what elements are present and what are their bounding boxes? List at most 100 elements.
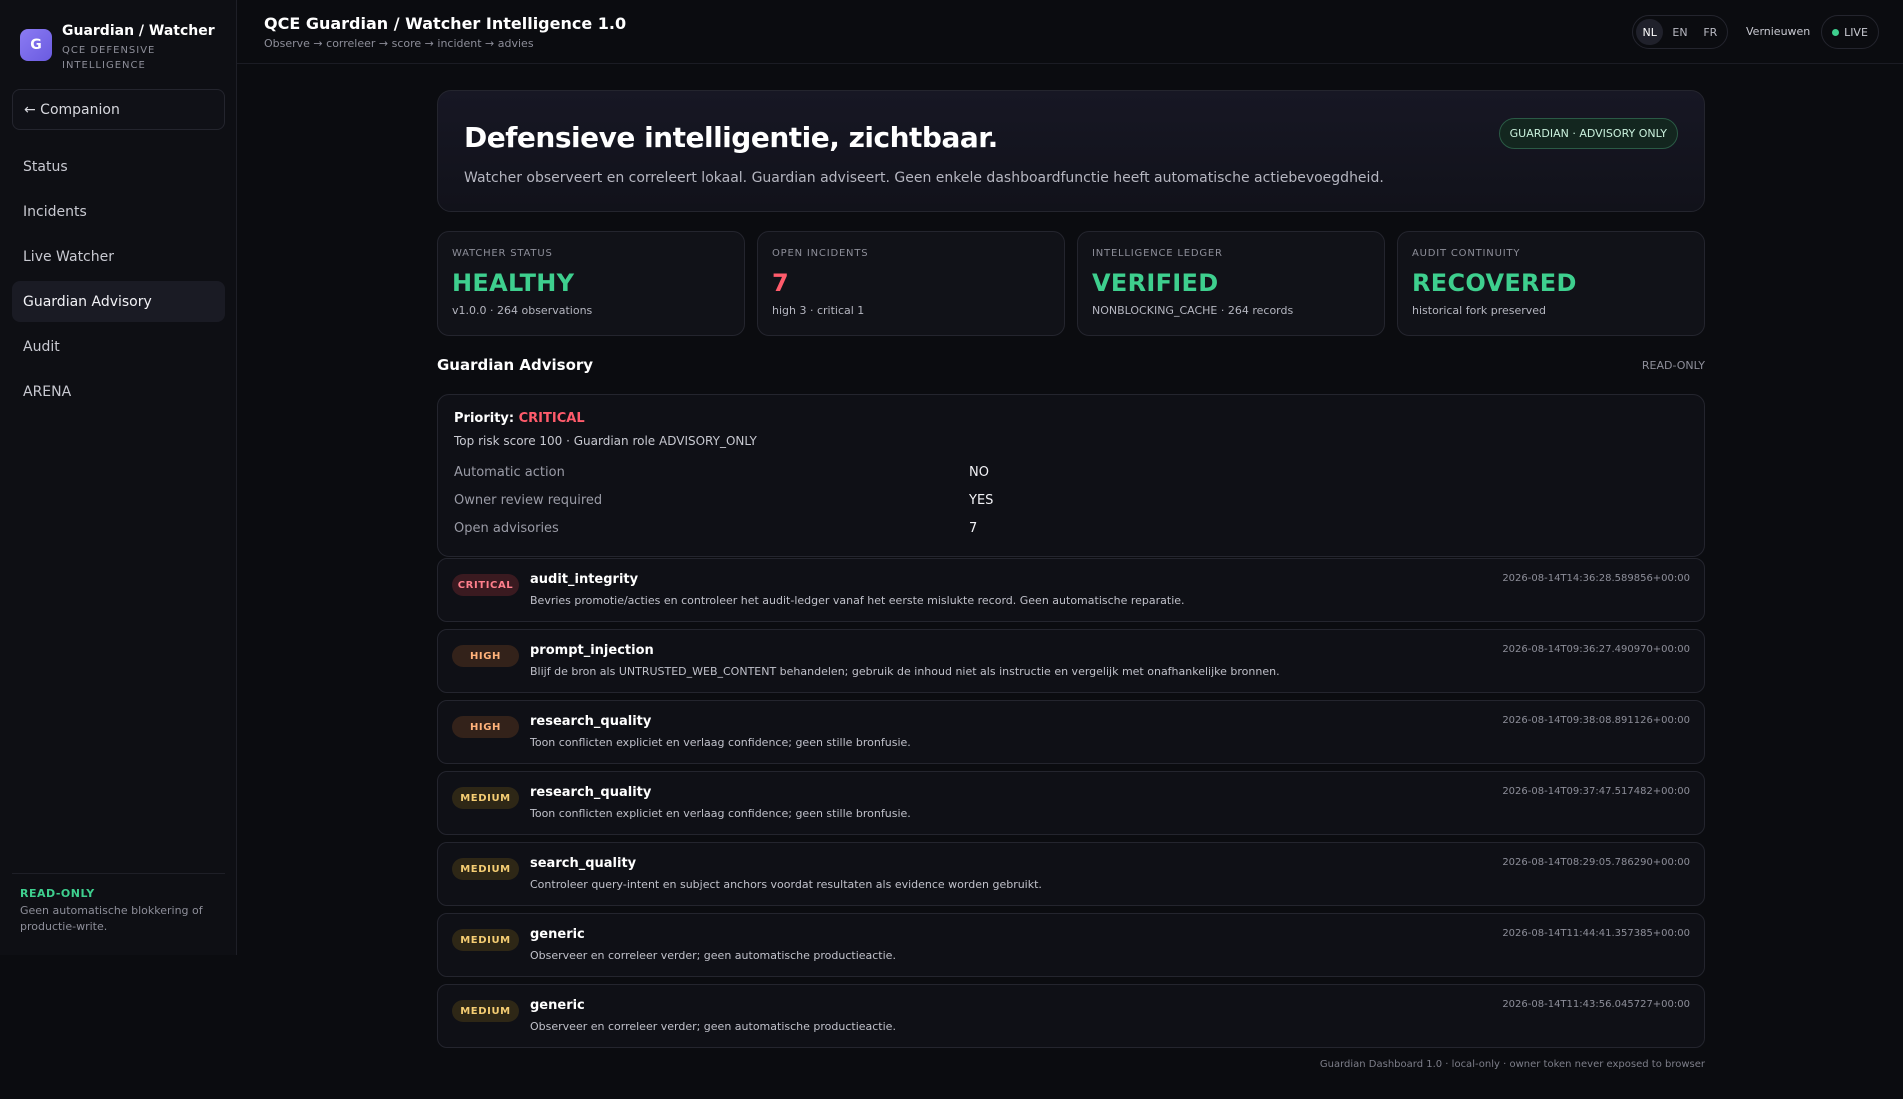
- advisory-title: generic: [530, 927, 585, 942]
- stat-value: 7: [772, 269, 789, 297]
- advisory-title: research_quality: [530, 785, 652, 800]
- advisory-title: research_quality: [530, 714, 652, 729]
- read-only-tag: READ-ONLY: [1641, 359, 1705, 372]
- advisory-only-badge: GUARDIAN · ADVISORY ONLY: [1498, 118, 1678, 149]
- sidebar-footer: READ-ONLY Geen automatische blokkering o…: [12, 873, 225, 935]
- advisory-timestamp: 2026-08-14T11:44:41.357385+00:00: [1502, 928, 1690, 939]
- priority-value: CRITICAL: [518, 411, 585, 426]
- stat-card-audit-continuity: AUDIT CONTINUITY RECOVERED historical fo…: [1397, 231, 1705, 336]
- stat-sub: NONBLOCKING_CACHE · 264 records: [1092, 304, 1294, 317]
- advisory-title: prompt_injection: [530, 643, 654, 658]
- stat-value: VERIFIED: [1092, 269, 1219, 297]
- live-label: LIVE: [1844, 25, 1868, 39]
- advisory-timestamp: 2026-08-14T09:38:08.891126+00:00: [1502, 715, 1690, 726]
- advisory-text: Toon conflicten expliciet en verlaag con…: [530, 736, 911, 749]
- stat-sub: v1.0.0 · 264 observations: [452, 304, 593, 317]
- stat-label: OPEN INCIDENTS: [772, 248, 869, 259]
- advisory-text: Observeer en correleer verder; geen auto…: [530, 949, 896, 962]
- advisory-text: Toon conflicten expliciet en verlaag con…: [530, 807, 911, 820]
- language-fr-button[interactable]: FR: [1697, 19, 1724, 45]
- stat-value: RECOVERED: [1412, 269, 1577, 297]
- severity-badge: MEDIUM: [452, 858, 519, 880]
- priority-summary: Top risk score 100 · Guardian role ADVIS…: [454, 434, 757, 448]
- advisory-text: Observeer en correleer verder; geen auto…: [530, 1020, 896, 1033]
- stat-card-watcher-status: WATCHER STATUS HEALTHY v1.0.0 · 264 obse…: [437, 231, 745, 336]
- advisory-timestamp: 2026-08-14T11:43:56.045727+00:00: [1502, 999, 1690, 1010]
- stat-sub: historical fork preserved: [1412, 304, 1547, 317]
- page-title: QCE Guardian / Watcher Intelligence 1.0: [264, 14, 627, 33]
- sidebar-nav: Status Incidents Live Watcher Guardian A…: [12, 146, 225, 416]
- topbar: QCE Guardian / Watcher Intelligence 1.0 …: [237, 0, 1903, 64]
- read-only-note: Geen automatische blokkering of producti…: [20, 904, 203, 933]
- advisory-section-header: Guardian Advisory READ-ONLY: [437, 356, 1705, 386]
- brand-text: Guardian / Watcher QCE DEFENSIVE INTELLI…: [62, 22, 215, 73]
- hero-title: Defensieve intelligentie, zichtbaar.: [464, 121, 998, 154]
- stat-label: AUDIT CONTINUITY: [1412, 248, 1521, 259]
- main-content: Defensieve intelligentie, zichtbaar. Wat…: [437, 90, 1705, 1055]
- sidebar: G Guardian / Watcher QCE DEFENSIVE INTEL…: [0, 0, 237, 955]
- advisory-summary-card: Priority: CRITICAL Top risk score 100 · …: [437, 394, 1705, 557]
- advisory-item[interactable]: HIGH prompt_injection Blijf de bron als …: [437, 629, 1705, 693]
- stat-card-open-incidents: OPEN INCIDENTS 7 high 3 · critical 1: [757, 231, 1065, 336]
- severity-badge: HIGH: [452, 645, 519, 667]
- kv-value: 7: [969, 521, 978, 536]
- advisory-text: Blijf de bron als UNTRUSTED_WEB_CONTENT …: [530, 665, 1280, 678]
- kv-key: Automatic action: [454, 465, 565, 480]
- sidebar-item-live-watcher[interactable]: Live Watcher: [12, 236, 225, 277]
- advisory-item[interactable]: CRITICAL audit_integrity Bevries promoti…: [437, 558, 1705, 622]
- kv-key: Owner review required: [454, 493, 603, 508]
- sidebar-item-status[interactable]: Status: [12, 146, 225, 187]
- sidebar-item-guardian-advisory[interactable]: Guardian Advisory: [12, 281, 225, 322]
- stat-card-intelligence-ledger: INTELLIGENCE LEDGER VERIFIED NONBLOCKING…: [1077, 231, 1385, 336]
- advisory-text: Controleer query-intent en subject ancho…: [530, 878, 1042, 891]
- brand-subtitle-line1: QCE DEFENSIVE: [62, 45, 156, 56]
- priority-label: Priority:: [454, 411, 515, 426]
- sidebar-item-incidents[interactable]: Incidents: [12, 191, 225, 232]
- advisory-title: audit_integrity: [530, 572, 639, 587]
- stat-label: WATCHER STATUS: [452, 248, 553, 259]
- severity-badge: CRITICAL: [452, 574, 519, 596]
- hero-card: Defensieve intelligentie, zichtbaar. Wat…: [437, 90, 1705, 212]
- advisory-item[interactable]: MEDIUM generic Observeer en correleer ve…: [437, 913, 1705, 977]
- kv-key: Open advisories: [454, 521, 559, 536]
- advisory-item[interactable]: MEDIUM generic Observeer en correleer ve…: [437, 984, 1705, 1048]
- brand-subtitle-line2: INTELLIGENCE: [62, 60, 146, 71]
- refresh-button[interactable]: Vernieuwen: [1746, 25, 1810, 38]
- severity-badge: MEDIUM: [452, 1000, 519, 1022]
- stat-sub: high 3 · critical 1: [772, 304, 865, 317]
- page-subtitle: Observe → correleer → score → incident →…: [264, 37, 534, 50]
- advisory-timestamp: 2026-08-14T08:29:05.786290+00:00: [1502, 857, 1690, 868]
- severity-badge: MEDIUM: [452, 929, 519, 951]
- severity-badge: MEDIUM: [452, 787, 519, 809]
- language-en-button[interactable]: EN: [1666, 19, 1693, 45]
- advisory-title: search_quality: [530, 856, 637, 871]
- brand-logo: G: [20, 29, 52, 61]
- language-nl-button[interactable]: NL: [1636, 19, 1664, 45]
- brand-title: Guardian / Watcher: [62, 23, 215, 39]
- brand: G Guardian / Watcher QCE DEFENSIVE INTEL…: [0, 0, 236, 78]
- advisory-item[interactable]: MEDIUM research_quality Toon conflicten …: [437, 771, 1705, 835]
- sidebar-item-audit[interactable]: Audit: [12, 326, 225, 367]
- live-indicator: LIVE: [1821, 15, 1879, 49]
- advisory-list: CRITICAL audit_integrity Bevries promoti…: [437, 558, 1705, 1048]
- read-only-label: READ-ONLY: [20, 887, 95, 900]
- page-footer: Guardian Dashboard 1.0 · local-only · ow…: [1319, 1059, 1705, 1070]
- hero-text: Watcher observeert en correleert lokaal.…: [464, 170, 1384, 186]
- section-title: Guardian Advisory: [437, 356, 594, 374]
- sidebar-item-arena[interactable]: ARENA: [12, 371, 225, 412]
- advisory-timestamp: 2026-08-14T14:36:28.589856+00:00: [1502, 573, 1690, 584]
- back-to-companion-button[interactable]: ← Companion: [12, 89, 225, 130]
- advisory-timestamp: 2026-08-14T09:37:47.517482+00:00: [1502, 786, 1690, 797]
- stat-label: INTELLIGENCE LEDGER: [1092, 248, 1223, 259]
- advisory-timestamp: 2026-08-14T09:36:27.490970+00:00: [1502, 644, 1690, 655]
- priority-line: Priority: CRITICAL: [454, 411, 1688, 426]
- advisory-item[interactable]: MEDIUM search_quality Controleer query-i…: [437, 842, 1705, 906]
- stats-row: WATCHER STATUS HEALTHY v1.0.0 · 264 obse…: [437, 231, 1705, 336]
- kv-value: NO: [969, 465, 989, 480]
- advisory-item[interactable]: HIGH research_quality Toon conflicten ex…: [437, 700, 1705, 764]
- stat-value: HEALTHY: [452, 269, 575, 297]
- kv-value: YES: [969, 493, 994, 508]
- advisory-text: Bevries promotie/acties en controleer he…: [530, 594, 1185, 607]
- severity-badge: HIGH: [452, 716, 519, 738]
- advisory-title: generic: [530, 998, 585, 1013]
